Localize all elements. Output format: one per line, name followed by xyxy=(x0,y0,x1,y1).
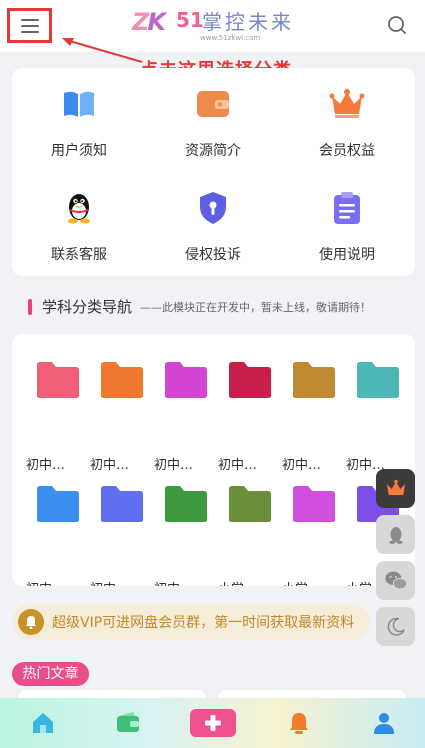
subject-folder[interactable]: 初中… xyxy=(90,360,154,473)
qq-icon xyxy=(388,526,403,544)
folder-icon xyxy=(165,362,207,398)
service-member-benefits[interactable]: 会员权益 xyxy=(280,68,414,168)
service-label: 用户须知 xyxy=(51,143,107,159)
service-contact-support[interactable]: 联系客服 xyxy=(12,172,146,272)
float-qq-button[interactable] xyxy=(376,515,415,554)
subject-folder[interactable]: 初中… xyxy=(218,360,282,473)
qq-penguin-icon xyxy=(68,194,90,224)
search-icon xyxy=(388,16,406,34)
float-dark-mode-button[interactable] xyxy=(376,607,415,646)
bell-icon xyxy=(18,609,44,635)
book-icon xyxy=(64,91,94,117)
folder-icon xyxy=(229,486,271,522)
logo-url: www.51zkwl.com xyxy=(200,34,261,42)
subject-folder[interactable]: 初中… xyxy=(282,360,346,473)
logo-number: 51 xyxy=(176,8,204,32)
subject-folder[interactable]: 初中… xyxy=(154,360,218,473)
folder-icon xyxy=(101,486,143,522)
subject-label: 初中… xyxy=(26,458,66,473)
subject-folder[interactable]: 小学… xyxy=(282,484,346,586)
service-label: 侵权投诉 xyxy=(185,247,241,263)
services-card: 用户须知 资源简介 会员权益 联系客服 侵权投诉 使用说明 xyxy=(12,68,415,276)
service-label: 使用说明 xyxy=(319,247,375,263)
folder-icon xyxy=(293,486,335,522)
service-label: 联系客服 xyxy=(51,247,107,263)
logo-title: 掌控未来 xyxy=(202,10,294,34)
service-label: 资源简介 xyxy=(185,143,241,159)
folder-icon xyxy=(37,486,79,522)
crown-icon xyxy=(329,89,365,118)
service-infringement-complaint[interactable]: 侵权投诉 xyxy=(146,172,280,272)
bell-icon xyxy=(290,713,308,734)
subject-label: 初中… xyxy=(154,578,218,586)
notice-bar[interactable]: 超级VIP可进网盘会员群，第一时间获取最新资料 xyxy=(12,604,370,640)
menu-button[interactable] xyxy=(7,8,52,43)
nav-notifications[interactable] xyxy=(284,708,314,738)
hamburger-icon xyxy=(20,18,39,33)
section-subtitle: ——此模块正在开发中，暂未上线，敬请期待！ xyxy=(140,300,372,314)
section-title: 学科分类导航 xyxy=(42,298,133,316)
wallet-icon xyxy=(117,712,139,732)
crown-icon xyxy=(386,479,405,495)
subject-label: 初中… xyxy=(218,458,258,473)
folder-icon xyxy=(229,362,271,398)
subject-label: 小学… xyxy=(282,578,346,586)
bottom-nav xyxy=(0,698,425,748)
nav-profile[interactable] xyxy=(369,708,399,738)
service-user-notice[interactable]: 用户须知 xyxy=(12,68,146,168)
logo-mark: ZK xyxy=(132,8,166,36)
float-vip-button[interactable] xyxy=(376,469,415,508)
subject-folder[interactable]: 小学… xyxy=(218,484,282,586)
service-label: 会员权益 xyxy=(319,143,375,159)
folder-icon xyxy=(357,362,399,398)
site-logo[interactable]: ZK 51 掌控未来 www.51zkwl.com xyxy=(128,6,303,48)
folder-icon xyxy=(101,362,143,398)
nav-home[interactable] xyxy=(28,708,58,738)
subject-folder[interactable]: 初中… xyxy=(154,484,218,586)
notice-text: 超级VIP可进网盘会员群，第一时间获取最新资料 xyxy=(52,615,355,631)
subject-label: 初中… xyxy=(154,458,194,473)
folder-icon xyxy=(165,486,207,522)
shield-icon xyxy=(200,192,226,224)
wallet-icon xyxy=(197,91,229,117)
subject-folder[interactable]: 初中… xyxy=(26,484,90,586)
subject-label: 初中… xyxy=(90,458,130,473)
wechat-icon xyxy=(384,571,407,590)
subject-label: 初中… xyxy=(90,578,154,586)
plus-icon xyxy=(190,709,236,737)
heading-accent-bar xyxy=(28,298,32,315)
service-usage-guide[interactable]: 使用说明 xyxy=(280,172,414,272)
folder-icon xyxy=(293,362,335,398)
search-button[interactable] xyxy=(386,14,408,36)
subject-folder[interactable]: 初中… xyxy=(26,360,90,473)
nav-wallet[interactable] xyxy=(113,708,143,738)
hot-articles-badge: 热门文章 xyxy=(12,662,89,686)
service-resource-intro[interactable]: 资源简介 xyxy=(146,68,280,168)
subject-label: 初中… xyxy=(26,578,90,586)
subject-label: 小学… xyxy=(218,578,282,586)
clipboard-icon xyxy=(334,192,360,224)
user-icon xyxy=(374,713,394,734)
float-wechat-button[interactable] xyxy=(376,561,415,600)
nav-publish[interactable] xyxy=(190,709,236,737)
subject-grid: 初中…初中…初中…初中…初中…初中…初中…初中…初中…小学…小学…小学 xyxy=(12,334,415,586)
subject-nav-heading: 学科分类导航 ——此模块正在开发中，暂未上线，敬请期待！ xyxy=(28,296,371,317)
home-icon xyxy=(33,713,53,733)
subject-folder[interactable]: 初中… xyxy=(90,484,154,586)
moon-icon xyxy=(387,617,405,636)
subject-folder[interactable]: 初中… xyxy=(346,360,410,473)
annotation-arrow-icon xyxy=(62,38,143,63)
folder-icon xyxy=(37,362,79,398)
subject-label: 初中… xyxy=(282,458,322,473)
